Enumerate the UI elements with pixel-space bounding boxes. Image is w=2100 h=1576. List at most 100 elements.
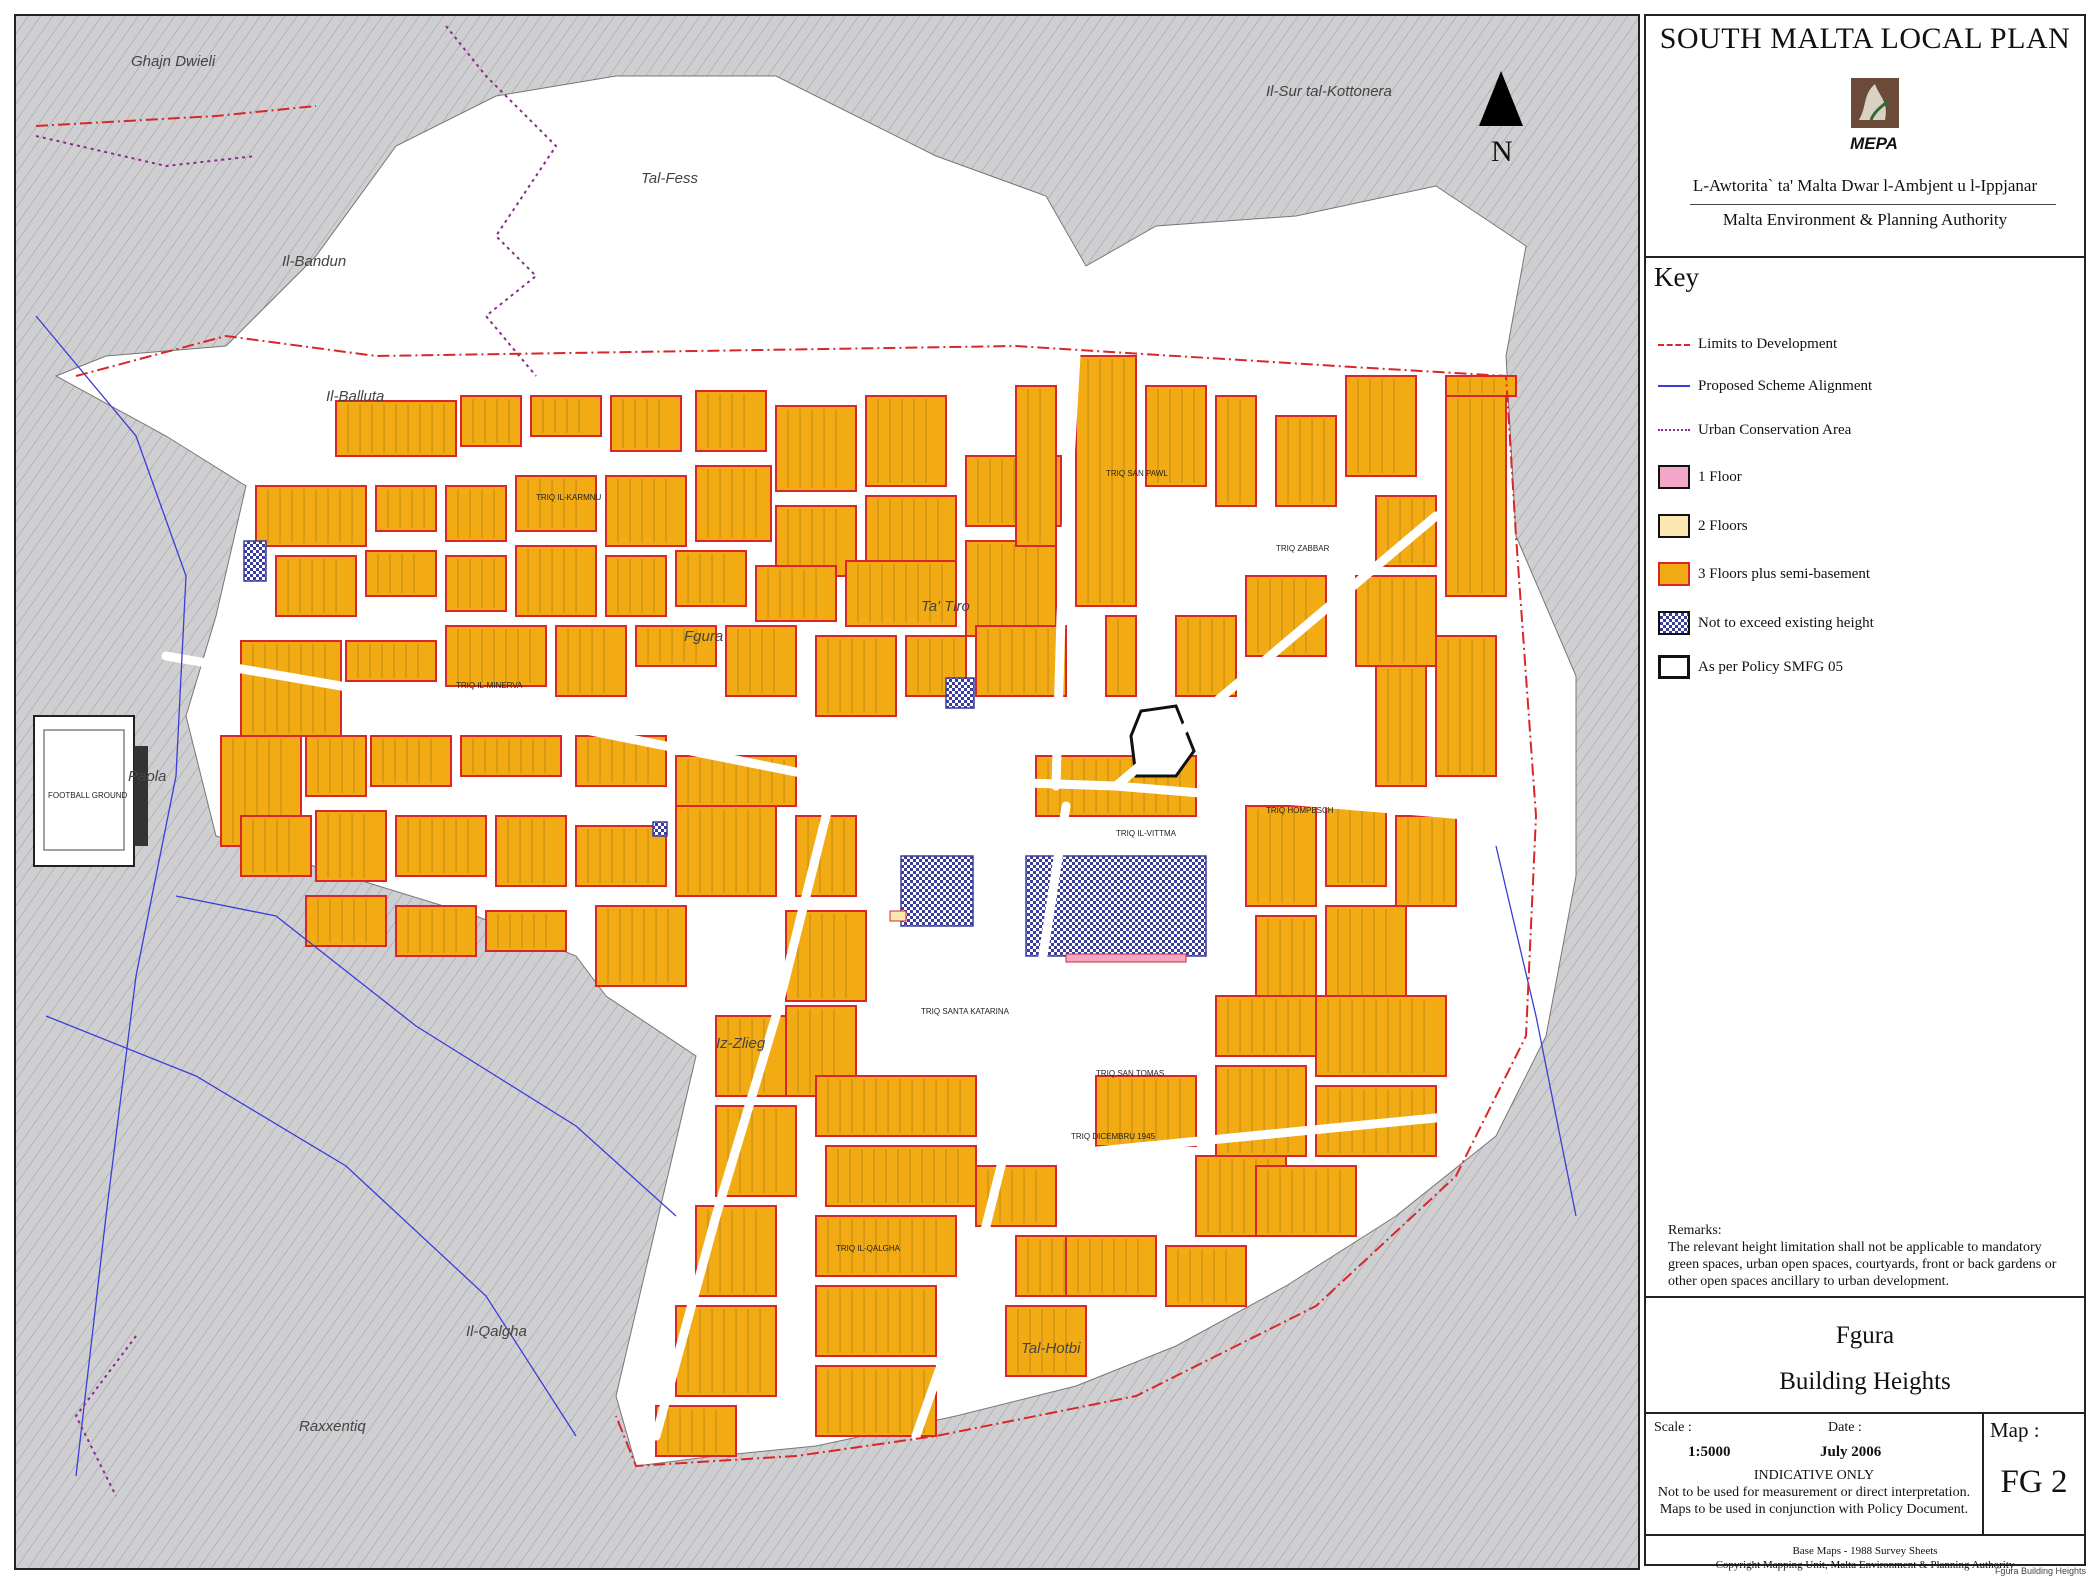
place-label: Iz-Zlieg xyxy=(716,1035,766,1052)
scale-value: 1:5000 xyxy=(1688,1444,1731,1460)
street-label: TRIQ SAN TOMAS xyxy=(1096,1069,1164,1078)
height-restriction-block xyxy=(652,821,668,837)
street-label: TRIQ IL-VITTMA xyxy=(1116,829,1177,838)
two-floors-block xyxy=(889,910,907,922)
building-block xyxy=(1315,995,1447,1077)
building-block xyxy=(845,560,957,627)
key-item: Limits to Development xyxy=(1658,330,1837,358)
building-block xyxy=(1395,815,1457,907)
building-block xyxy=(1255,915,1317,1007)
building-block xyxy=(1015,385,1057,547)
height-restriction-block xyxy=(900,855,974,927)
indicative-line: Maps to be used in conjunction with Poli… xyxy=(1659,1502,1969,1517)
map-canvas[interactable]: FOOTBALL GROUND N Ghajn Dwieli Tal-Fess … xyxy=(14,14,1640,1570)
building-block xyxy=(1325,805,1387,887)
building-block xyxy=(1245,805,1317,907)
mepa-logo-icon xyxy=(1851,78,1899,128)
building-block xyxy=(315,810,387,882)
building-block xyxy=(495,815,567,887)
key-item: 1 Floor xyxy=(1658,463,1742,491)
scale-label: Scale : xyxy=(1654,1420,1692,1435)
street-label: TRIQ IL-MINERVA xyxy=(456,681,523,690)
indicative-note: INDICATIVE ONLY Not to be used for measu… xyxy=(1646,1467,1982,1518)
stadium-label: FOOTBALL GROUND xyxy=(48,791,127,800)
place-label: Tal-Fess xyxy=(641,170,698,187)
building-block xyxy=(445,485,507,542)
authority-name-maltese: L-Awtorita` ta' Malta Dwar l-Ambjent u l… xyxy=(1692,176,2038,195)
building-block xyxy=(865,495,957,567)
key-item: Proposed Scheme Alignment xyxy=(1658,372,1872,400)
building-block xyxy=(1445,395,1507,597)
building-block xyxy=(725,625,797,697)
key-label: Limits to Development xyxy=(1698,335,1838,352)
street-label: TRIQ IL-KARMNU xyxy=(536,493,602,502)
building-block xyxy=(605,555,667,617)
map-number: FG 2 xyxy=(2000,1464,2068,1500)
locality-name: Fgura xyxy=(1835,1322,1895,1349)
street-label: TRIQ HOMPESCH xyxy=(1266,806,1334,815)
date-value: July 2006 xyxy=(1820,1444,1882,1460)
building-block xyxy=(1275,415,1337,507)
limits-line-icon xyxy=(1658,344,1690,346)
building-block xyxy=(375,485,437,532)
key-label: Proposed Scheme Alignment xyxy=(1698,377,1873,394)
building-block xyxy=(695,465,772,542)
key-label: Urban Conservation Area xyxy=(1698,421,1852,438)
divider xyxy=(1646,1296,2084,1298)
place-label: Tal-Hotbi xyxy=(1021,1340,1081,1357)
remarks-heading: Remarks: xyxy=(1668,1223,1722,1238)
building-block xyxy=(460,395,522,447)
place-label: Il-Bandun xyxy=(282,253,346,270)
building-block xyxy=(445,555,507,612)
building-block xyxy=(675,805,777,897)
checker-swatch-icon xyxy=(1658,611,1690,635)
building-block xyxy=(395,815,487,877)
authority-name-english: Malta Environment & Planning Authority xyxy=(1722,210,2008,229)
street-label: TRIQ SAN PAWL xyxy=(1106,469,1168,478)
building-block xyxy=(675,550,747,607)
divider xyxy=(1690,204,2056,205)
divider xyxy=(1646,1412,2084,1414)
map-number-label: Map : xyxy=(1990,1418,2040,1442)
building-block xyxy=(695,390,767,452)
place-label: Il-Balluta xyxy=(326,388,384,405)
stadium: FOOTBALL GROUND xyxy=(33,715,148,867)
height-restriction-block xyxy=(945,677,975,709)
divider xyxy=(1646,1534,2084,1536)
building-block xyxy=(1375,665,1427,787)
key-item: As per Policy SMFG 05 xyxy=(1658,653,1843,681)
street-label: TRIQ IL-QALGHA xyxy=(836,1244,901,1253)
building-block xyxy=(1435,635,1497,777)
building-block xyxy=(965,540,1057,637)
base-maps-text: Base Maps - 1988 Survey Sheets xyxy=(1792,1545,1938,1557)
height-restriction-block xyxy=(243,540,267,582)
building-block xyxy=(825,1145,977,1207)
policy-outline-swatch-icon xyxy=(1658,655,1690,679)
key-label: 3 Floors plus semi-basement xyxy=(1698,565,1871,582)
building-block xyxy=(345,640,437,682)
title-block-panel: SOUTH MALTA LOCAL PLAN MEPA L-Awtorita` … xyxy=(1644,14,2086,1571)
one-floor-swatch-icon xyxy=(1658,465,1690,489)
scheme-line-icon xyxy=(1658,385,1690,387)
street-label: TRIQ SANTA KATARINA xyxy=(921,1007,1010,1016)
key-label: 1 Floor xyxy=(1698,468,1742,485)
key-item: 2 Floors xyxy=(1658,512,1748,540)
key-label: As per Policy SMFG 05 xyxy=(1698,658,1844,675)
building-block xyxy=(445,625,547,687)
remarks-text: The relevant height limitation shall not… xyxy=(1668,1240,2057,1289)
building-heights-map: FOOTBALL GROUND N Ghajn Dwieli Tal-Fess … xyxy=(16,16,1638,1568)
key-label: 2 Floors xyxy=(1698,517,1748,534)
place-label: Il-Qalgha xyxy=(466,1323,527,1340)
building-block xyxy=(610,395,682,452)
building-block xyxy=(240,640,342,737)
building-block xyxy=(1075,355,1137,607)
place-label: Paola xyxy=(128,768,166,785)
building-block xyxy=(1105,615,1137,697)
building-block xyxy=(255,485,367,547)
place-label: Ghajn Dwieli xyxy=(131,53,216,70)
key-item: 3 Floors plus semi-basement xyxy=(1658,560,1870,588)
place-label: Raxxentiq xyxy=(299,1418,366,1435)
building-block xyxy=(1215,995,1317,1057)
key-item: Not to exceed existing height xyxy=(1658,609,1874,637)
place-label: Ta' Tiro xyxy=(921,598,970,615)
